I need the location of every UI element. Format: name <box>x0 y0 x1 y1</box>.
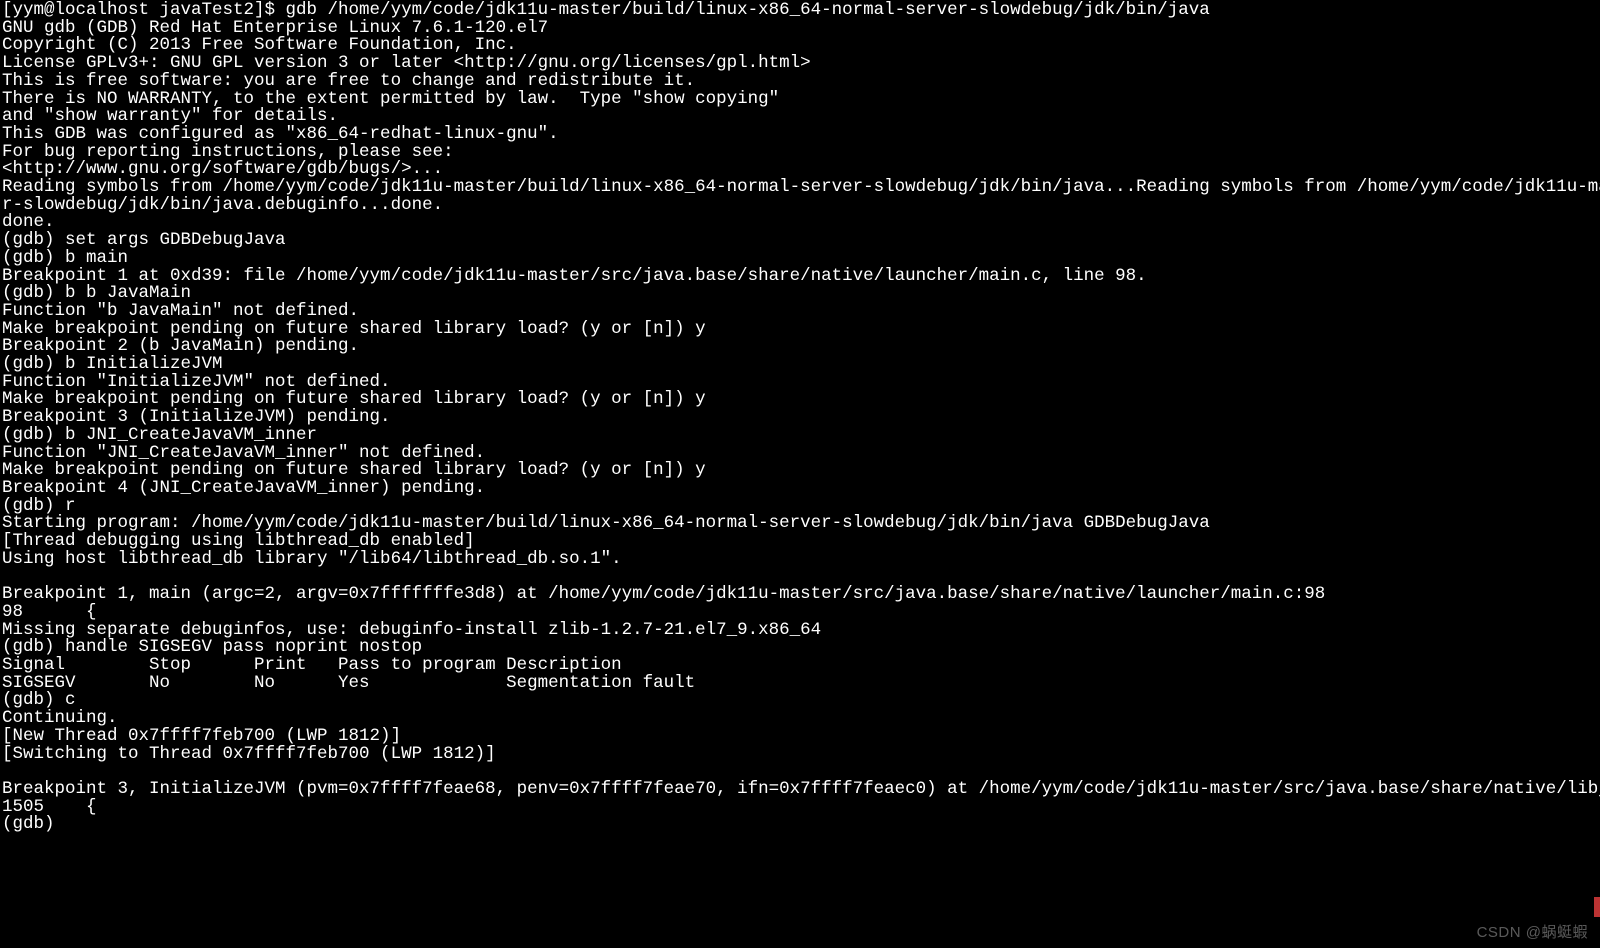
terminal-line: This GDB was configured as "x86_64-redha… <box>2 126 1598 144</box>
terminal-line: Breakpoint 1, main (argc=2, argv=0x7ffff… <box>2 586 1598 604</box>
terminal-line: (gdb) b JNI_CreateJavaVM_inner <box>2 427 1598 445</box>
terminal-line: Using host libthread_db library "/lib64/… <box>2 551 1598 569</box>
terminal-line: [Switching to Thread 0x7ffff7feb700 (LWP… <box>2 746 1598 764</box>
right-edge-marker <box>1594 897 1600 917</box>
terminal-line: Breakpoint 1 at 0xd39: file /home/yym/co… <box>2 268 1598 286</box>
terminal-line: 1505 { <box>2 799 1598 817</box>
watermark-text: CSDN @蜗蜓蝦 <box>1477 924 1588 942</box>
terminal-line: (gdb) b main <box>2 250 1598 268</box>
terminal-line: This is free software: you are free to c… <box>2 73 1598 91</box>
terminal-line: SIGSEGV No No Yes Segmentation fault <box>2 675 1598 693</box>
terminal-line: (gdb) set args GDBDebugJava <box>2 232 1598 250</box>
terminal-line: [New Thread 0x7ffff7feb700 (LWP 1812)] <box>2 728 1598 746</box>
terminal-line: Breakpoint 3, InitializeJVM (pvm=0x7ffff… <box>2 781 1598 799</box>
terminal-line: r-slowdebug/jdk/bin/java.debuginfo...don… <box>2 197 1598 215</box>
terminal-line: (gdb) c <box>2 692 1598 710</box>
terminal-line: (gdb) <box>2 816 1598 834</box>
terminal-output[interactable]: [yym@localhost javaTest2]$ gdb /home/yym… <box>0 0 1600 836</box>
terminal-line: 98 { <box>2 604 1598 622</box>
terminal-line: Breakpoint 2 (b JavaMain) pending. <box>2 338 1598 356</box>
terminal-line: Breakpoint 4 (JNI_CreateJavaVM_inner) pe… <box>2 480 1598 498</box>
terminal-line: Function "b JavaMain" not defined. <box>2 303 1598 321</box>
